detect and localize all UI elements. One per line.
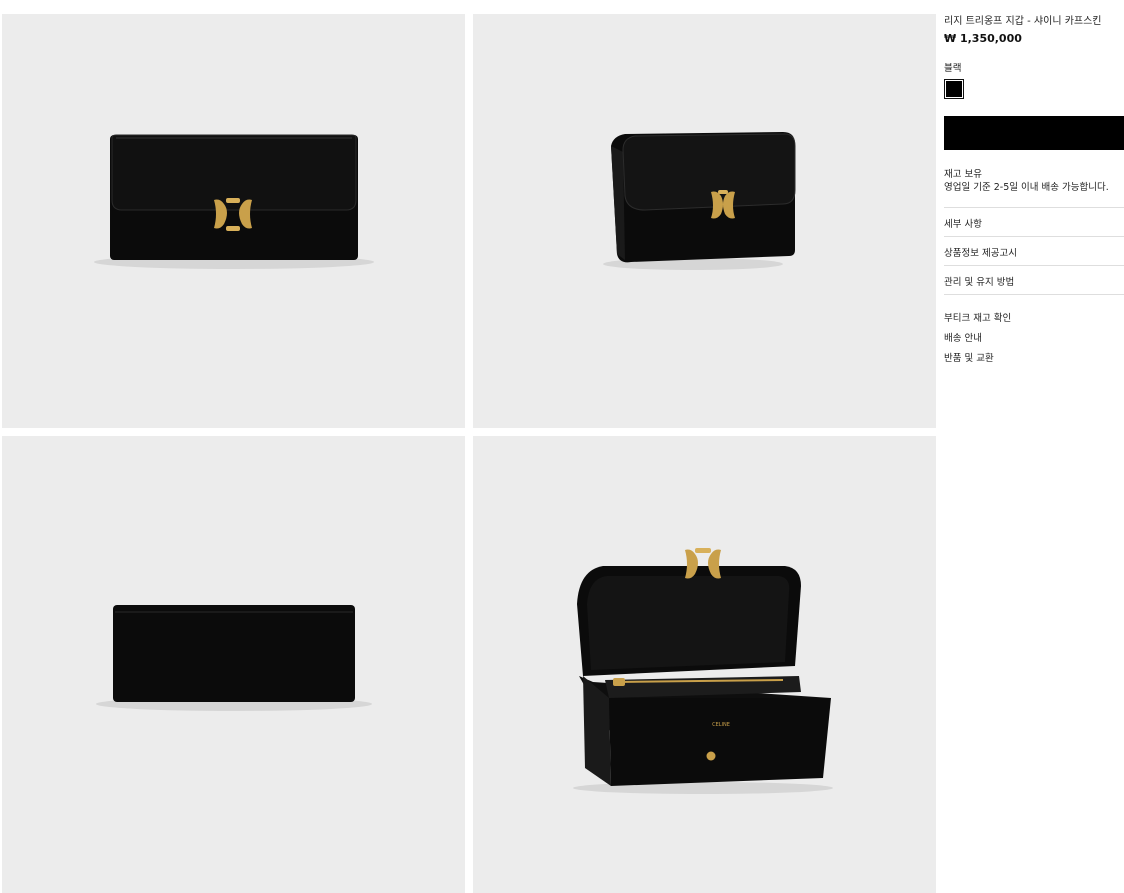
product-image-side[interactable] — [473, 14, 936, 428]
wallet-back-illustration — [96, 605, 372, 711]
link-boutique-stock[interactable]: 부티크 재고 확인 — [944, 310, 1011, 324]
logo-stamp: CELINE — [712, 722, 730, 728]
wallet-side-illustration — [603, 132, 796, 270]
color-label: 블랙 — [944, 63, 962, 74]
product-price: ₩ 1,350,000 — [944, 32, 1022, 45]
shipping-note: 영업일 기준 2-5일 이내 배송 가능합니다. — [944, 182, 1109, 193]
accordion-details[interactable]: 세부 사항 — [944, 207, 1124, 236]
wallet-open-illustration: CELINE — [573, 548, 833, 794]
link-returns-exchanges[interactable]: 반품 및 교환 — [944, 350, 994, 364]
product-gallery: CELINE — [0, 0, 938, 893]
accordion-divider — [944, 294, 1124, 295]
swatch-fill — [946, 81, 962, 97]
product-image-back[interactable] — [2, 436, 465, 893]
product-image-open[interactable]: CELINE — [473, 436, 936, 893]
product-image-front[interactable] — [2, 14, 465, 428]
stock-status: 재고 보유 — [944, 169, 982, 180]
accordion-product-info-notice[interactable]: 상품정보 제공고시 — [944, 236, 1124, 265]
accordion-care-instructions[interactable]: 관리 및 유지 방법 — [944, 265, 1124, 294]
product-title: 리지 트리옹프 지갑 - 샤이니 카프스킨 — [944, 16, 1102, 27]
color-swatch-black[interactable] — [944, 79, 964, 99]
wallet-front-illustration — [94, 134, 374, 269]
link-shipping-info[interactable]: 배송 안내 — [944, 330, 982, 344]
add-to-cart-button[interactable] — [944, 116, 1124, 150]
